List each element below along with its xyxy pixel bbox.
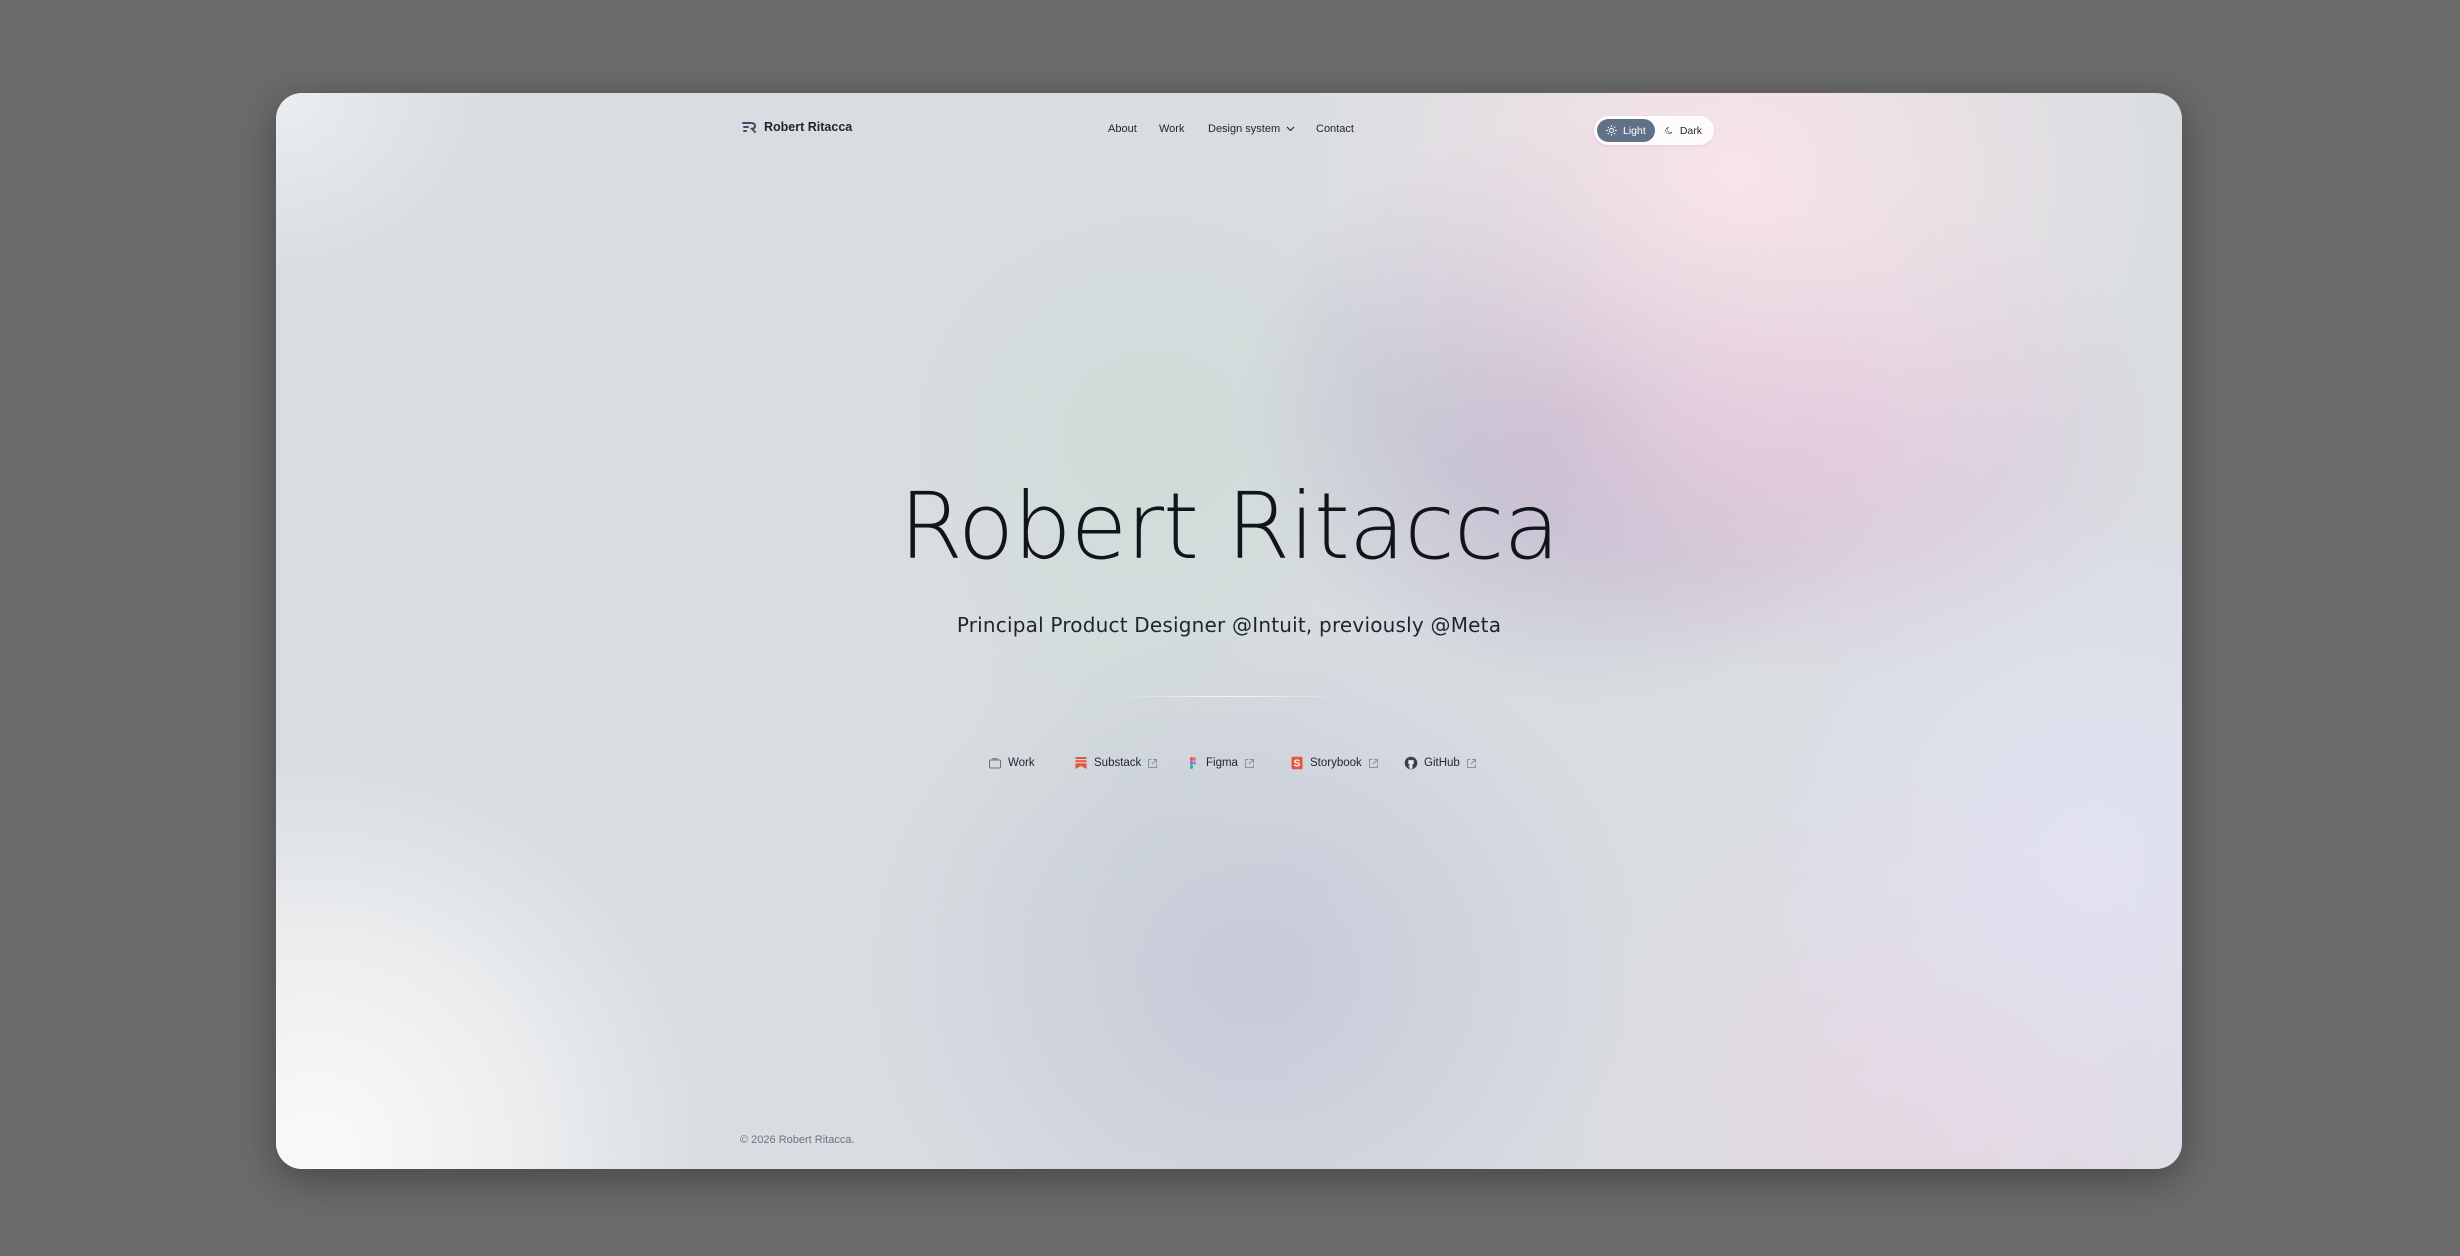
briefcase-icon	[989, 758, 1001, 769]
link-storybook[interactable]: S Storybook	[1290, 756, 1379, 770]
substack-icon	[1075, 757, 1087, 769]
link-github[interactable]: GitHub	[1404, 756, 1477, 770]
top-nav: Robert Ritacca About Work Design system …	[276, 93, 2182, 169]
github-icon	[1404, 756, 1418, 770]
hero-title: Robert Ritacca	[899, 473, 1560, 580]
footer-copyright: © 2026 Robert Ritacca.	[740, 1134, 855, 1146]
nav-design-system-label: Design system	[1208, 123, 1281, 135]
link-work[interactable]: Work	[988, 756, 1035, 770]
theme-dark-button[interactable]: Dark	[1656, 119, 1711, 142]
link-substack[interactable]: Substack	[1074, 756, 1158, 770]
figma-icon	[1190, 757, 1196, 769]
hero-divider	[1114, 696, 1344, 697]
external-link-icon	[1244, 758, 1254, 768]
theme-light-button[interactable]: Light	[1597, 119, 1655, 142]
quick-links: Work Substack Figma S Storybook GitHub	[276, 756, 2182, 776]
link-figma-label: Figma	[1206, 757, 1238, 769]
link-figma[interactable]: Figma	[1186, 756, 1255, 770]
external-link-icon	[1368, 758, 1378, 768]
nav-work[interactable]: Work	[1159, 123, 1184, 135]
sun-icon	[1606, 125, 1617, 136]
theme-dark-label: Dark	[1679, 124, 1702, 137]
svg-text:S: S	[1294, 759, 1301, 770]
browser-viewport: Robert Ritacca About Work Design system …	[276, 93, 2182, 1169]
theme-light-label: Light	[1623, 124, 1646, 137]
link-storybook-label: Storybook	[1310, 757, 1362, 769]
link-github-label: GitHub	[1424, 757, 1460, 769]
external-link-icon	[1148, 758, 1158, 768]
link-work-label: Work	[1008, 757, 1035, 769]
logo-icon	[742, 122, 756, 133]
link-substack-label: Substack	[1094, 757, 1142, 769]
external-link-icon	[1466, 758, 1476, 768]
storybook-icon: S	[1291, 756, 1303, 770]
moon-icon	[1665, 126, 1673, 135]
theme-toggle: Light Dark	[1594, 116, 1714, 145]
hero-subtitle: Principal Product Designer @Intuit, prev…	[956, 613, 1502, 637]
nav-contact[interactable]: Contact	[1316, 123, 1354, 135]
chevron-down-icon	[1286, 126, 1295, 132]
brand-link[interactable]: Robert Ritacca	[742, 120, 852, 134]
brand-name: Robert Ritacca	[764, 120, 853, 134]
nav-about[interactable]: About	[1108, 123, 1137, 135]
nav-design-system[interactable]: Design system	[1208, 123, 1295, 135]
